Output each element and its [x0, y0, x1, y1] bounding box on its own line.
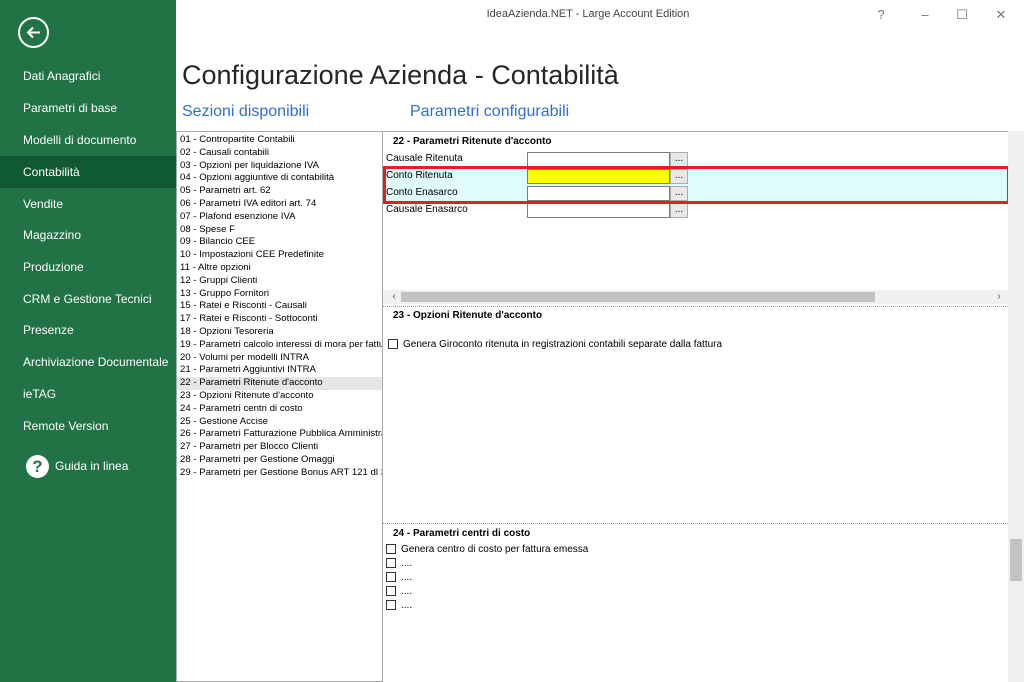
- sidebar-item-presenze[interactable]: Presenze: [0, 314, 176, 346]
- help-link[interactable]: ? Guida in linea: [26, 453, 128, 479]
- sidebar-item-modelli-di-documento[interactable]: Modelli di documento: [0, 124, 176, 156]
- list-item[interactable]: 01 - Contropartite Contabili: [177, 134, 382, 147]
- sidebar-item-archiviazione[interactable]: Archiviazione Documentale: [0, 346, 176, 378]
- list-item[interactable]: 07 - Plafond esenzione IVA: [177, 211, 382, 224]
- sidebar-item-remote-version[interactable]: Remote Version: [0, 410, 176, 442]
- causale-ritenuta-input[interactable]: [527, 152, 670, 167]
- list-item[interactable]: 04 - Opzioni aggiuntive di contabilità: [177, 172, 382, 185]
- params-panel: 22 - Parametri Ritenute d'acconto Causal…: [383, 131, 1008, 682]
- list-item[interactable]: 12 - Gruppi Clienti: [177, 275, 382, 288]
- params-heading: Parametri configurabili: [410, 103, 570, 120]
- checkbox-label: Genera centro di costo per fattura emess…: [401, 543, 589, 555]
- list-item[interactable]: 15 - Ratei e Risconti - Causali: [177, 300, 382, 313]
- list-item-selected[interactable]: 22 - Parametri Ritenute d'acconto: [177, 377, 382, 390]
- panel-separator: [383, 306, 1008, 307]
- help-label: Guida in linea: [55, 459, 129, 473]
- cost-center-checkbox-row[interactable]: Genera centro di costo per fattura emess…: [386, 542, 588, 556]
- checkbox[interactable]: [388, 339, 398, 349]
- giroconto-checkbox-row[interactable]: Genera Giroconto ritenuta in registrazio…: [388, 337, 722, 351]
- checkbox-row[interactable]: ....: [386, 598, 412, 612]
- sidebar-item-crm[interactable]: CRM e Gestione Tecnici: [0, 283, 176, 315]
- causale-ritenuta-lookup-button[interactable]: ...: [670, 152, 688, 167]
- sidebar-item-dati-anagrafici[interactable]: Dati Anagrafici: [0, 60, 176, 92]
- sidebar-item-parametri-di-base[interactable]: Parametri di base: [0, 92, 176, 124]
- checkbox-label: ....: [401, 585, 413, 597]
- checkbox[interactable]: [386, 600, 396, 610]
- checkbox-label: ....: [401, 599, 413, 611]
- help-question-icon[interactable]: ?: [870, 4, 892, 26]
- list-item[interactable]: 03 - Opzioni per liquidazione IVA: [177, 160, 382, 173]
- help-icon: ?: [26, 454, 49, 478]
- sidebar-item-vendite[interactable]: Vendite: [0, 188, 176, 220]
- sidebar-item-produzione[interactable]: Produzione: [0, 251, 176, 283]
- list-item[interactable]: 20 - Volumi per modelli INTRA: [177, 352, 382, 365]
- list-item[interactable]: 19 - Parametri calcolo interessi di mora…: [177, 339, 382, 352]
- scrollbar-thumb[interactable]: [401, 292, 875, 302]
- list-item[interactable]: 24 - Parametri centri di costo: [177, 403, 382, 416]
- list-item[interactable]: 28 - Parametri per Gestione Omaggi: [177, 454, 382, 467]
- checkbox[interactable]: [386, 544, 396, 554]
- highlight-annotation: [383, 166, 1010, 204]
- list-item[interactable]: 18 - Opzioni Tesoreria: [177, 326, 382, 339]
- list-item[interactable]: 26 - Parametri Fatturazione Pubblica Amm…: [177, 428, 382, 441]
- list-item[interactable]: 23 - Opzioni Ritenute d'acconto: [177, 390, 382, 403]
- list-item[interactable]: 11 - Altre opzioni: [177, 262, 382, 275]
- scroll-right-icon[interactable]: ›: [992, 290, 1006, 304]
- list-item[interactable]: 13 - Gruppo Fornitori: [177, 288, 382, 301]
- list-item[interactable]: 29 - Parametri per Gestione Bonus ART 12…: [177, 467, 382, 480]
- causale-enasarco-input[interactable]: [527, 203, 670, 218]
- checkbox-label: ....: [401, 571, 413, 583]
- scrollbar-thumb[interactable]: [1010, 539, 1022, 581]
- horizontal-scrollbar[interactable]: ‹ ›: [383, 290, 1008, 304]
- list-item[interactable]: 17 - Ratei e Risconti - Sottoconti: [177, 313, 382, 326]
- list-item[interactable]: 10 - Impostazioni CEE Predefinite: [177, 249, 382, 262]
- list-item[interactable]: 21 - Parametri Aggiuntivi INTRA: [177, 364, 382, 377]
- param-label: Causale Enasarco: [386, 204, 468, 215]
- list-item[interactable]: 25 - Gestione Accise: [177, 416, 382, 429]
- scroll-left-icon[interactable]: ‹: [387, 290, 401, 304]
- page-title: Configurazione Azienda - Contabilità: [182, 60, 619, 90]
- causale-enasarco-lookup-button[interactable]: ...: [670, 203, 688, 218]
- maximize-icon[interactable]: ☐: [951, 4, 973, 26]
- checkbox-row[interactable]: ....: [386, 570, 412, 584]
- list-item[interactable]: 02 - Causali contabili: [177, 147, 382, 160]
- sidebar-item-magazzino[interactable]: Magazzino: [0, 219, 176, 251]
- param-label: Causale Ritenuta: [386, 153, 463, 164]
- list-item[interactable]: 27 - Parametri per Blocco Clienti: [177, 441, 382, 454]
- checkbox[interactable]: [386, 558, 396, 568]
- sidebar-item-ietag[interactable]: ieTAG: [0, 378, 176, 410]
- minimize-icon[interactable]: –: [914, 4, 936, 26]
- checkbox[interactable]: [386, 572, 396, 582]
- panel-23-title: 23 - Opzioni Ritenute d'acconto: [393, 310, 543, 321]
- checkbox-row[interactable]: ....: [386, 584, 412, 598]
- panel-24-title: 24 - Parametri centri di costo: [393, 528, 531, 539]
- vertical-scrollbar[interactable]: [1008, 131, 1024, 682]
- list-item[interactable]: 05 - Parametri art. 62: [177, 185, 382, 198]
- sidebar-item-contabilita[interactable]: Contabilità: [0, 156, 176, 188]
- back-arrow-icon[interactable]: [18, 17, 49, 48]
- list-item[interactable]: 06 - Parametri IVA editori art. 74: [177, 198, 382, 211]
- close-icon[interactable]: ✕: [990, 4, 1012, 26]
- checkbox-row[interactable]: ....: [386, 556, 412, 570]
- sections-list[interactable]: 01 - Contropartite Contabili 02 - Causal…: [176, 131, 383, 682]
- list-item[interactable]: 08 - Spese F: [177, 224, 382, 237]
- checkbox[interactable]: [386, 586, 396, 596]
- list-item[interactable]: 09 - Bilancio CEE: [177, 236, 382, 249]
- panel-22-title: 22 - Parametri Ritenute d'acconto: [393, 136, 552, 147]
- panel-separator: [383, 523, 1008, 524]
- sidebar: Dati Anagrafici Parametri di base Modell…: [0, 0, 176, 682]
- param-row-causale-enasarco: Causale Enasarco ...: [383, 202, 1008, 219]
- sections-heading: Sezioni disponibili: [182, 103, 310, 120]
- checkbox-label: ....: [401, 557, 413, 569]
- checkbox-label: Genera Giroconto ritenuta in registrazio…: [403, 338, 723, 350]
